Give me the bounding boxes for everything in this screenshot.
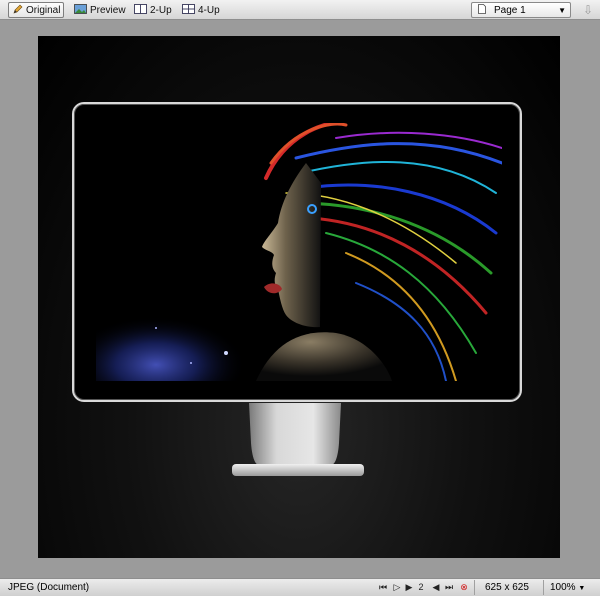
tab-preview[interactable]: Preview [70,2,130,18]
chevron-down-icon: ▼ [578,585,586,592]
tab-2-up[interactable]: 2-Up [130,2,176,18]
chevron-down-icon: ▼ [558,6,566,15]
zoom-value: 100% [550,582,576,593]
tab-label: Preview [90,4,126,16]
monitor-stand-base [232,464,364,476]
last-frame-icon[interactable]: ⏭ [443,581,455,593]
tab-original[interactable]: Original [8,2,64,18]
page-select[interactable]: Page 1 ▼ [471,2,571,18]
play-icon[interactable]: ▷ [391,581,403,593]
first-frame-icon[interactable]: ⏮ [377,581,389,593]
tab-4-up[interactable]: 4-Up [178,2,224,18]
divider [474,580,475,595]
tab-label: 2-Up [150,4,172,16]
image-dimensions: 625 x 625 [485,582,529,593]
status-bar: JPEG (Document) ⏮ ▷ ▶ 2 ◀ ⏭ ⊗ 625 x 625 … [0,578,600,596]
tab-label: Original [26,4,61,16]
monitor-stand-neck [249,403,341,465]
tab-label: 4-Up [198,4,220,16]
page-select-value: Page 1 [494,4,526,16]
image-icon [74,3,87,17]
previous-frame-icon[interactable]: ◀ [430,581,442,593]
divider [543,580,544,595]
frame-number: 2 [418,582,424,592]
monitor-screen-image [96,123,502,381]
document-canvas [38,36,560,558]
preview-toolbar: Original Preview 2-Up 4-Up Page 1 ▼ ⇩ [0,0,600,20]
zoom-level[interactable]: 100% ▼ [550,582,585,593]
next-frame-icon[interactable]: ▶ [403,581,415,593]
file-format-label: JPEG (Document) [8,582,90,593]
pencil-icon [13,4,23,17]
two-up-icon [134,3,147,17]
stop-icon[interactable]: ⊗ [458,581,470,593]
optimize-arrows-icon[interactable]: ⇩ [580,2,596,18]
document-icon [478,3,486,17]
four-up-icon [182,3,195,17]
